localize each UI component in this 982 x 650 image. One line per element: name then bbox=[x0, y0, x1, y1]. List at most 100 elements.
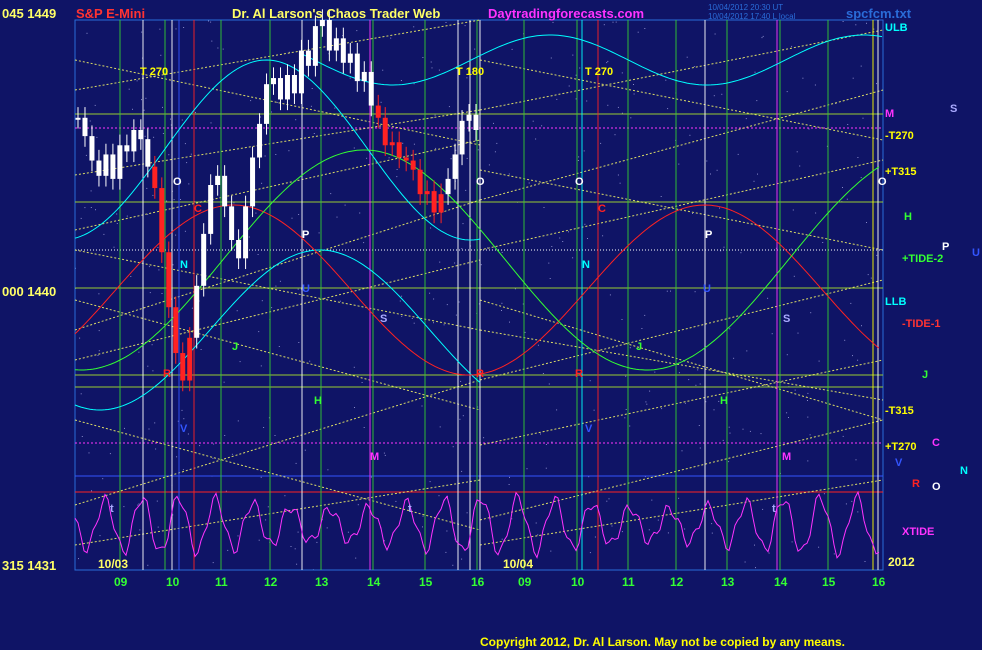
planet-marker: O bbox=[575, 176, 584, 188]
price-bar bbox=[354, 53, 360, 82]
date-label: 10/04 bbox=[503, 557, 533, 571]
right-label: +T315 bbox=[885, 166, 917, 178]
planet-marker: O bbox=[476, 176, 485, 188]
price-bar bbox=[96, 160, 102, 176]
right-label: P bbox=[942, 241, 949, 253]
price-bar bbox=[138, 130, 144, 140]
price-bar bbox=[131, 130, 137, 152]
price-bar bbox=[159, 188, 165, 253]
price-bar bbox=[333, 38, 339, 51]
planet-marker: R bbox=[575, 368, 583, 380]
instrument-title: S&P E-Mini bbox=[76, 6, 146, 21]
planet-marker: C bbox=[598, 203, 606, 215]
price-bar bbox=[375, 105, 381, 118]
right-label: XTIDE bbox=[902, 526, 934, 538]
right-label: +T270 bbox=[885, 441, 917, 453]
planet-marker: J bbox=[636, 341, 642, 353]
x-tick-label: 15 bbox=[419, 575, 433, 589]
planet-marker: H bbox=[720, 395, 728, 407]
time-annotation: T 270 bbox=[140, 66, 168, 78]
price-bar bbox=[236, 240, 242, 259]
right-label: R bbox=[912, 478, 920, 490]
price-bar bbox=[368, 71, 374, 106]
price-bar bbox=[166, 252, 172, 308]
planet-marker: S bbox=[380, 313, 387, 325]
price-bar bbox=[208, 185, 214, 234]
x-tick-label: 13 bbox=[721, 575, 735, 589]
planet-marker: N bbox=[180, 259, 188, 271]
price-bar bbox=[284, 75, 290, 100]
planet-marker: P bbox=[705, 229, 712, 241]
price-bar bbox=[243, 206, 249, 259]
planet-marker: V bbox=[585, 423, 593, 435]
price-bar bbox=[459, 120, 465, 155]
x-tick-label: 16 bbox=[471, 575, 485, 589]
price-bar bbox=[89, 136, 95, 161]
price-bar bbox=[215, 175, 221, 185]
right-label: C bbox=[932, 437, 940, 449]
price-bar bbox=[180, 353, 186, 381]
time-annotation: T 180 bbox=[456, 66, 484, 78]
price-bar bbox=[264, 84, 270, 124]
x-tick-label: 16 bbox=[872, 575, 886, 589]
right-label: LLB bbox=[885, 296, 906, 308]
right-label: O bbox=[878, 176, 887, 188]
price-bar bbox=[340, 38, 346, 63]
planet-marker: R bbox=[163, 368, 171, 380]
price-bar bbox=[201, 233, 207, 286]
right-label: ULB bbox=[885, 22, 908, 34]
right-label: -T270 bbox=[885, 130, 914, 142]
planet-marker: O bbox=[173, 176, 182, 188]
data-file: spcfcm.txt bbox=[846, 6, 912, 21]
x-tick-label: 12 bbox=[264, 575, 278, 589]
x-tick-label: 10 bbox=[571, 575, 585, 589]
price-bar bbox=[145, 139, 151, 167]
price-bar bbox=[452, 154, 458, 179]
price-bar bbox=[438, 194, 444, 213]
x-tick-label: 09 bbox=[518, 575, 532, 589]
price-bar bbox=[75, 117, 81, 120]
right-label: +TIDE-2 bbox=[902, 253, 943, 265]
planet-marker: t bbox=[772, 503, 776, 515]
price-bar bbox=[361, 71, 367, 82]
x-tick-label: 10 bbox=[166, 575, 180, 589]
price-bar bbox=[229, 206, 235, 240]
copyright-footer: Copyright 2012, Dr. Al Larson. May not b… bbox=[480, 635, 845, 649]
planet-marker: P bbox=[302, 229, 309, 241]
right-label: V bbox=[895, 457, 903, 469]
price-bar bbox=[347, 53, 353, 63]
planet-marker: C bbox=[194, 203, 202, 215]
timestamp-1: 10/04/2012 20:30 UT bbox=[708, 3, 784, 12]
right-label: H bbox=[904, 211, 912, 223]
left-axis-bottom-label: 315 1431 bbox=[2, 558, 57, 573]
chart-svg: 09 10 11 12 13 14 15 16 09 10 11 12 13 14 15 16 10/03 10/… bbox=[0, 0, 982, 650]
top-left-price: 045 1449 bbox=[2, 6, 57, 21]
price-bar bbox=[103, 154, 109, 176]
price-bar bbox=[410, 160, 416, 170]
price-bar bbox=[187, 337, 193, 381]
planet-marker: S bbox=[783, 313, 790, 325]
price-bar bbox=[382, 117, 388, 146]
price-bar bbox=[173, 307, 179, 354]
chart-title: Dr. Al Larson's Chaos Trader Web bbox=[232, 6, 441, 21]
price-bar bbox=[82, 117, 88, 137]
price-bar bbox=[466, 114, 472, 121]
price-bar bbox=[305, 50, 311, 66]
right-label: S bbox=[950, 103, 957, 115]
x-tick-label: 11 bbox=[622, 575, 635, 589]
right-label: M bbox=[885, 108, 894, 120]
right-label: N bbox=[960, 465, 968, 477]
x-tick-label: 09 bbox=[114, 575, 128, 589]
price-bar bbox=[152, 166, 158, 189]
price-bar bbox=[124, 145, 130, 152]
price-bar bbox=[473, 114, 479, 130]
planet-marker: t bbox=[408, 503, 412, 515]
price-bar bbox=[431, 191, 437, 213]
planet-marker: V bbox=[180, 423, 188, 435]
price-bar bbox=[257, 123, 263, 158]
right-label: U bbox=[972, 247, 980, 259]
website-link[interactable]: Daytradingforecasts.com bbox=[488, 6, 644, 21]
planet-marker: J bbox=[232, 341, 238, 353]
price-bar bbox=[417, 169, 423, 195]
right-label: -T315 bbox=[885, 405, 914, 417]
